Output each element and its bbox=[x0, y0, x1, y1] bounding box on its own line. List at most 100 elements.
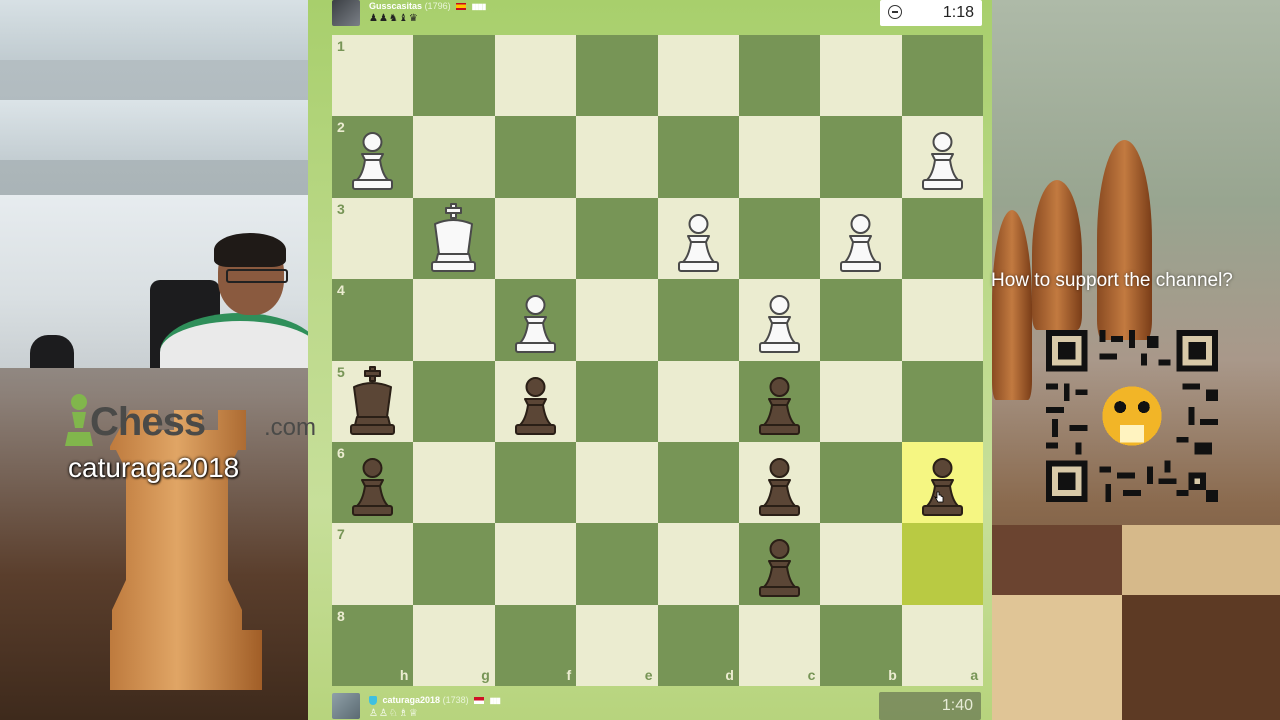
square-g3[interactable] bbox=[413, 197, 495, 280]
white-pawn-piece[interactable] bbox=[495, 279, 576, 360]
background-pawn bbox=[1032, 180, 1082, 330]
player-name[interactable]: caturaga2018 (1738) ▮▮▮ bbox=[369, 695, 501, 706]
square-g4[interactable] bbox=[413, 279, 495, 361]
square-e4[interactable] bbox=[576, 279, 658, 361]
black-pawn-piece[interactable] bbox=[332, 442, 413, 523]
square-c1[interactable] bbox=[739, 35, 821, 117]
square-a6[interactable] bbox=[901, 442, 984, 524]
player-username[interactable]: caturaga2018 bbox=[383, 695, 441, 705]
square-h5[interactable]: 5 bbox=[332, 360, 414, 442]
chess-board[interactable]: 1 23 4 56 7 8hgf edcb a bbox=[332, 35, 984, 687]
square-b4[interactable] bbox=[820, 279, 902, 361]
rank-label: 1 bbox=[337, 38, 345, 54]
background-pawn bbox=[992, 210, 1032, 400]
white-pawn-piece[interactable] bbox=[658, 198, 739, 279]
square-d1[interactable] bbox=[657, 35, 739, 117]
square-h7[interactable]: 7 bbox=[332, 523, 414, 605]
white-pawn-piece[interactable] bbox=[332, 116, 413, 197]
square-d3[interactable] bbox=[657, 197, 739, 280]
black-king-piece[interactable] bbox=[332, 361, 413, 442]
window-light bbox=[0, 100, 308, 160]
opponent-username[interactable]: Gusscasitas bbox=[369, 1, 422, 11]
square-c6[interactable] bbox=[739, 442, 821, 524]
square-b1[interactable] bbox=[820, 35, 902, 117]
file-label: a bbox=[970, 667, 979, 684]
square-a4[interactable] bbox=[901, 279, 984, 361]
square-b7[interactable] bbox=[820, 523, 902, 605]
square-d4[interactable] bbox=[657, 279, 739, 361]
square-c7[interactable] bbox=[739, 523, 821, 605]
square-f8[interactable]: f bbox=[494, 604, 577, 687]
square-g6[interactable] bbox=[413, 442, 495, 524]
square-f4[interactable] bbox=[494, 279, 577, 361]
square-a5[interactable] bbox=[901, 360, 984, 442]
flag-icon bbox=[456, 3, 467, 11]
board-square-bg bbox=[992, 595, 1122, 720]
square-d6[interactable] bbox=[657, 442, 739, 524]
square-d5[interactable] bbox=[657, 360, 739, 442]
square-a2[interactable] bbox=[901, 116, 984, 198]
qr-code bbox=[1046, 330, 1218, 502]
white-pawn-piece[interactable] bbox=[902, 116, 983, 197]
background-pawn bbox=[1097, 140, 1152, 340]
square-a3[interactable] bbox=[901, 197, 984, 280]
player-avatar[interactable] bbox=[332, 693, 360, 719]
file-label: e bbox=[644, 667, 653, 684]
opponent-name[interactable]: Gusscasitas (1796) ▮▮▮▮ bbox=[369, 1, 486, 11]
square-e3[interactable] bbox=[576, 197, 658, 280]
square-c3[interactable] bbox=[739, 197, 821, 280]
square-h1[interactable]: 1 bbox=[332, 35, 414, 117]
rank-label: 7 bbox=[337, 526, 345, 543]
square-c8[interactable]: c bbox=[739, 604, 821, 687]
square-h6[interactable]: 6 bbox=[332, 442, 414, 524]
square-a8[interactable]: a bbox=[901, 604, 984, 687]
square-b8[interactable]: b bbox=[820, 604, 902, 687]
square-f1[interactable] bbox=[494, 35, 577, 117]
square-h8[interactable]: 8h bbox=[332, 604, 414, 687]
black-pawn-piece[interactable] bbox=[495, 361, 576, 442]
square-e7[interactable] bbox=[576, 523, 658, 605]
square-b5[interactable] bbox=[820, 360, 902, 442]
square-d2[interactable] bbox=[657, 116, 739, 198]
board-square-bg bbox=[1122, 525, 1280, 595]
square-h3[interactable]: 3 bbox=[332, 197, 414, 280]
square-f7[interactable] bbox=[494, 523, 577, 605]
square-h4[interactable]: 4 bbox=[332, 279, 414, 361]
square-f3[interactable] bbox=[494, 197, 577, 280]
square-e2[interactable] bbox=[576, 116, 658, 198]
square-b2[interactable] bbox=[820, 116, 902, 198]
square-f6[interactable] bbox=[494, 442, 577, 524]
square-g2[interactable] bbox=[413, 116, 495, 198]
square-b3[interactable] bbox=[820, 197, 902, 280]
square-a7[interactable] bbox=[901, 523, 984, 605]
square-g7[interactable] bbox=[413, 523, 495, 605]
white-pawn-piece[interactable] bbox=[739, 279, 820, 360]
square-g1[interactable] bbox=[413, 35, 495, 117]
rank-label: 4 bbox=[337, 282, 345, 299]
black-pawn-piece[interactable] bbox=[739, 442, 820, 523]
square-e8[interactable]: e bbox=[576, 604, 658, 687]
square-g5[interactable] bbox=[413, 360, 495, 442]
square-c2[interactable] bbox=[739, 116, 821, 198]
opponent-avatar[interactable] bbox=[332, 0, 360, 26]
shield-icon bbox=[369, 696, 377, 706]
square-e5[interactable] bbox=[576, 360, 658, 442]
white-king-piece[interactable] bbox=[413, 198, 494, 279]
square-f2[interactable] bbox=[494, 116, 577, 198]
glasses bbox=[226, 269, 288, 283]
black-pawn-piece[interactable] bbox=[902, 442, 983, 523]
square-e6[interactable] bbox=[576, 442, 658, 524]
square-b6[interactable] bbox=[820, 442, 902, 524]
square-a1[interactable] bbox=[901, 35, 984, 117]
square-g8[interactable]: g bbox=[413, 604, 495, 687]
square-c4[interactable] bbox=[739, 279, 821, 361]
square-f5[interactable] bbox=[494, 360, 577, 442]
square-e1[interactable] bbox=[576, 35, 658, 117]
black-pawn-piece[interactable] bbox=[739, 523, 820, 604]
white-pawn-piece[interactable] bbox=[820, 198, 901, 279]
square-c5[interactable] bbox=[739, 360, 821, 442]
square-d8[interactable]: d bbox=[657, 604, 739, 687]
black-pawn-piece[interactable] bbox=[739, 361, 820, 442]
square-h2[interactable]: 2 bbox=[332, 116, 414, 198]
square-d7[interactable] bbox=[657, 523, 739, 605]
